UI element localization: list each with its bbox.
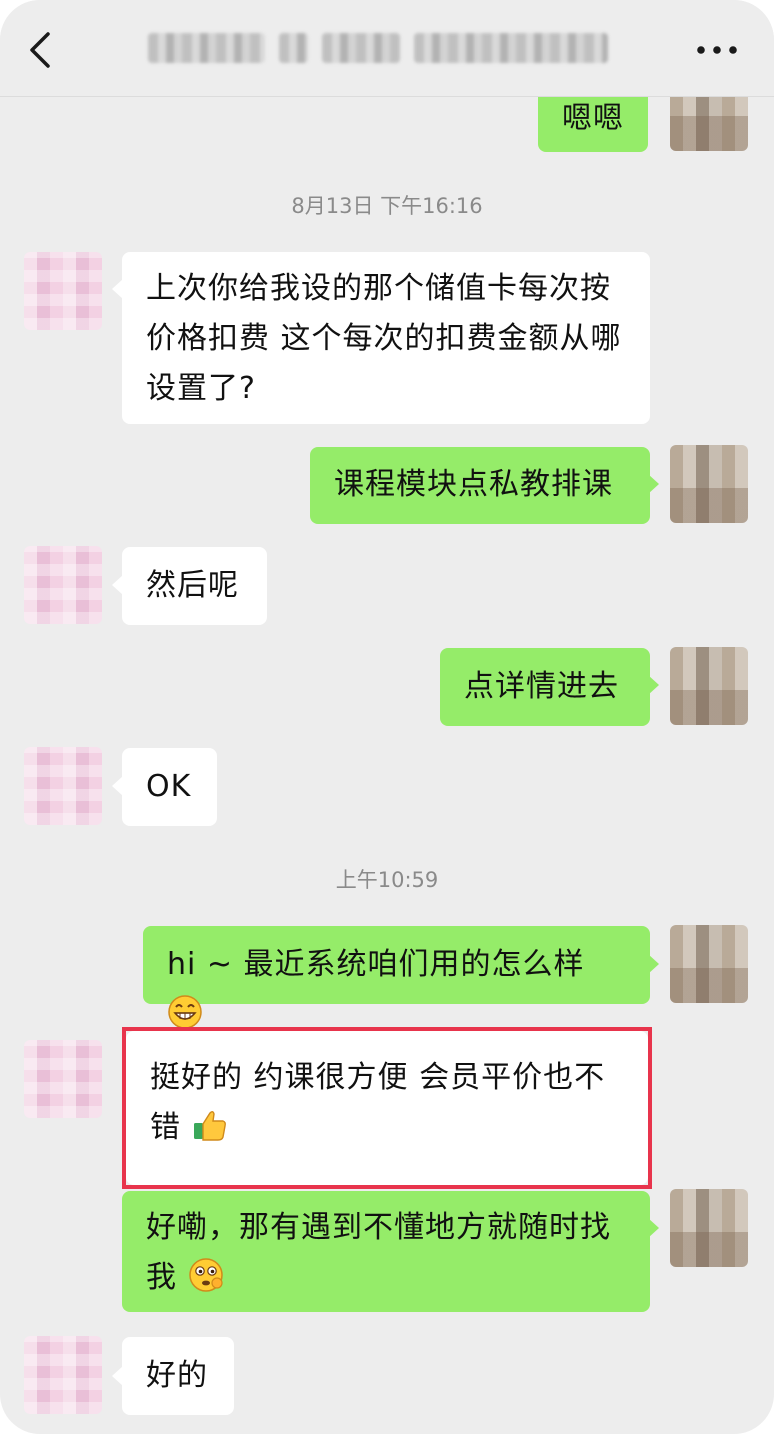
chevron-left-icon[interactable] <box>22 26 62 74</box>
my-avatar[interactable] <box>670 925 748 1003</box>
chat-header <box>0 0 774 97</box>
message-text: 点详情进去 <box>464 669 619 704</box>
message-text: 然后呢 <box>146 568 239 603</box>
message-bubble[interactable]: 挺好的 约课很方便 会员平价也不错 <box>126 1031 648 1185</box>
my-avatar[interactable] <box>670 445 748 523</box>
message-bubble[interactable]: 点详情进去 <box>440 648 650 726</box>
contact-avatar[interactable] <box>24 1336 102 1414</box>
more-horizontal-icon[interactable] <box>692 30 742 70</box>
message-bubble[interactable]: 好嘞，那有遇到不懂地方就随时找我 <box>122 1191 650 1312</box>
grinning-face-icon <box>168 995 202 1029</box>
ok-hand-face-icon <box>188 1258 223 1292</box>
contact-avatar[interactable] <box>24 1040 102 1118</box>
message-bubble[interactable]: 好的 <box>122 1337 234 1415</box>
message-text: 上次你给我设的那个储值卡每次按价格扣费 这个每次的扣费金额从哪设置了? <box>146 271 622 406</box>
message-text: hi ~ 最近系统咱们用的怎么样 <box>167 947 585 982</box>
chat-title <box>148 30 608 66</box>
timestamp: 上午10:59 <box>335 868 439 892</box>
message-bubble[interactable]: 然后呢 <box>122 547 267 625</box>
message-bubble[interactable]: 上次你给我设的那个储值卡每次按价格扣费 这个每次的扣费金额从哪设置了? <box>122 252 650 424</box>
contact-avatar[interactable] <box>24 747 102 825</box>
my-avatar[interactable] <box>670 647 748 725</box>
message-bubble[interactable]: OK <box>122 748 217 826</box>
contact-avatar[interactable] <box>24 252 102 330</box>
message-bubble[interactable]: 课程模块点私教排课 <box>310 447 650 524</box>
chat-screen: 嗯嗯 8月13日 下午16:16 上次你给我设的那个储值卡每次按价格扣费 这个每… <box>0 0 774 1434</box>
contact-avatar[interactable] <box>24 546 102 624</box>
thumbs-up-icon <box>193 1111 226 1141</box>
message-text: 课程模块点私教排课 <box>334 467 613 502</box>
message-text: OK <box>146 769 192 804</box>
my-avatar[interactable] <box>670 1189 748 1267</box>
message-bubble[interactable]: hi ~ 最近系统咱们用的怎么样 <box>143 926 650 1029</box>
message-text: 好的 <box>146 1358 208 1393</box>
message-text: 嗯嗯 <box>562 101 624 136</box>
timestamp: 8月13日 下午16:16 <box>291 194 483 218</box>
